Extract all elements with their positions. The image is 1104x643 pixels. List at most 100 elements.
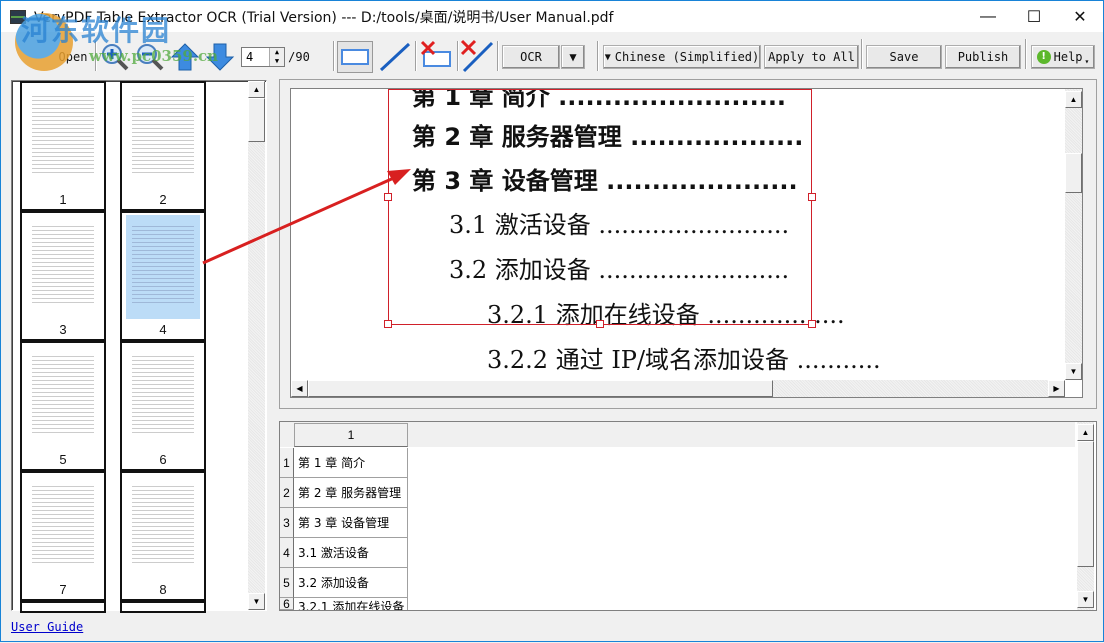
row-header[interactable]: 4 bbox=[280, 538, 294, 568]
thumbnail-number: 8 bbox=[159, 582, 167, 597]
thumbnail-number: 2 bbox=[159, 192, 167, 207]
row-header[interactable]: 5 bbox=[280, 568, 294, 598]
thumbnail-scrollbar[interactable]: ▲ ▼ bbox=[248, 81, 265, 610]
page-spinner[interactable]: ▲ ▼ bbox=[269, 48, 284, 66]
table-cell[interactable]: 3.2 添加设备 bbox=[294, 568, 408, 598]
page-thumbnail[interactable]: 3 bbox=[20, 211, 106, 341]
thumbnail-preview bbox=[32, 223, 94, 303]
table-cell[interactable]: 第 3 章 设备管理 bbox=[294, 508, 408, 538]
thumbnail-panel: 1 2 3 4 5 6 7 8 ▲ ▼ bbox=[11, 80, 267, 613]
watermark-url: www.pc0359.cn bbox=[89, 47, 219, 65]
scroll-thumb[interactable] bbox=[308, 380, 773, 397]
row-header[interactable]: 3 bbox=[280, 508, 294, 538]
line-icon bbox=[379, 42, 411, 72]
apply-to-all-label: Apply to All bbox=[768, 50, 855, 64]
page-thumbnail[interactable]: 2 bbox=[120, 81, 206, 211]
draw-line-button[interactable] bbox=[377, 41, 413, 73]
scroll-right-button[interactable]: ▶ bbox=[1048, 380, 1065, 397]
save-button[interactable]: Save bbox=[866, 45, 942, 69]
chevron-down-icon: ▾ bbox=[1084, 56, 1090, 66]
publish-label: Publish bbox=[957, 50, 1009, 64]
app-window: VeryPDF Table Extractor OCR (Trial Versi… bbox=[0, 0, 1104, 642]
resize-handle[interactable] bbox=[596, 320, 604, 328]
rectangle-icon bbox=[341, 49, 369, 65]
table-scrollbar[interactable]: ▲ ▼ bbox=[1077, 422, 1094, 610]
page-total: /90 bbox=[288, 50, 310, 64]
page-thumbnail[interactable]: 4 bbox=[120, 211, 206, 341]
page-thumbnail[interactable]: 6 bbox=[120, 341, 206, 471]
delete-line-icon bbox=[460, 39, 494, 73]
thumbnail-number: 3 bbox=[59, 322, 67, 337]
row-header[interactable]: 6 bbox=[280, 598, 294, 610]
table-cell[interactable]: 第 2 章 服务器管理 bbox=[294, 478, 408, 508]
user-guide-link[interactable]: User Guide bbox=[11, 620, 83, 634]
row-header[interactable]: 1 bbox=[280, 448, 294, 478]
scroll-thumb[interactable] bbox=[1077, 441, 1094, 567]
draw-rect-button[interactable] bbox=[337, 41, 373, 73]
toc-line: 3.2.2 通过 IP/域名添加设备 ........... bbox=[487, 346, 881, 374]
scroll-left-button[interactable]: ◀ bbox=[291, 380, 308, 397]
thumbnail-preview bbox=[32, 353, 94, 433]
thumbnail-preview bbox=[132, 483, 194, 563]
delete-line-button[interactable] bbox=[459, 39, 495, 73]
delete-rect-button[interactable] bbox=[419, 39, 455, 73]
scroll-thumb[interactable] bbox=[248, 98, 265, 142]
page-thumbnail[interactable]: 8 bbox=[120, 471, 206, 601]
resize-handle[interactable] bbox=[384, 193, 392, 201]
scroll-up-button[interactable]: ▲ bbox=[1077, 424, 1094, 441]
viewer-hscrollbar[interactable]: ◀ ▶ bbox=[291, 380, 1065, 397]
table-cell[interactable]: 3.2.1 添加在线设备 bbox=[294, 598, 408, 610]
page-thumbnail[interactable]: 1 bbox=[20, 81, 106, 211]
scroll-down-button[interactable]: ▼ bbox=[1065, 363, 1082, 380]
page-thumbnail[interactable] bbox=[120, 601, 206, 613]
table-cell[interactable]: 第 1 章 简介 bbox=[294, 448, 408, 478]
page-number-input[interactable]: 4 ▲ ▼ bbox=[241, 47, 285, 67]
thumbnail-number: 7 bbox=[59, 582, 67, 597]
watermark-text: 河东软件园 bbox=[21, 14, 172, 47]
minimize-button[interactable]: — bbox=[965, 1, 1011, 32]
language-label: Chinese (Simplified) bbox=[614, 50, 760, 64]
thumbnail-preview bbox=[32, 483, 94, 563]
scroll-down-button[interactable]: ▼ bbox=[1077, 591, 1094, 608]
page-thumbnail[interactable] bbox=[20, 601, 106, 613]
help-button[interactable]: ! Help ▾ bbox=[1031, 45, 1095, 69]
page-current: 4 bbox=[246, 50, 254, 64]
dropdown-arrow-icon: ▼ bbox=[569, 50, 577, 64]
help-label: Help bbox=[1053, 50, 1083, 64]
ocr-button[interactable]: OCR bbox=[502, 45, 560, 69]
page-viewer[interactable]: 第 1 章 简介 ......................... 第 2 章 … bbox=[290, 88, 1083, 398]
save-label: Save bbox=[889, 50, 919, 64]
scroll-up-button[interactable]: ▲ bbox=[248, 81, 265, 98]
selection-rectangle[interactable] bbox=[388, 89, 812, 325]
scroll-down-button[interactable]: ▼ bbox=[248, 593, 265, 610]
thumbnail-preview bbox=[132, 93, 194, 173]
ocr-dropdown-button[interactable]: ▼ bbox=[561, 45, 585, 69]
thumbnail-number: 4 bbox=[159, 322, 167, 337]
thumbnail-number: 5 bbox=[59, 452, 67, 467]
thumbnail-preview bbox=[132, 223, 194, 303]
ocr-label: OCR bbox=[520, 50, 542, 64]
resize-handle[interactable] bbox=[808, 193, 816, 201]
close-button[interactable]: ✕ bbox=[1057, 1, 1103, 32]
dropdown-arrow-icon: ▼ bbox=[604, 51, 611, 63]
thumbnail-number: 1 bbox=[59, 192, 67, 207]
resize-handle[interactable] bbox=[808, 320, 816, 328]
thumbnail-preview bbox=[32, 93, 94, 173]
row-header[interactable]: 2 bbox=[280, 478, 294, 508]
scroll-up-button[interactable]: ▲ bbox=[1065, 91, 1082, 108]
language-dropdown[interactable]: ▼ Chinese (Simplified) bbox=[603, 45, 761, 69]
delete-rectangle-icon bbox=[420, 40, 451, 67]
apply-to-all-button[interactable]: Apply to All bbox=[764, 45, 859, 69]
resize-handle[interactable] bbox=[384, 320, 392, 328]
publish-button[interactable]: Publish bbox=[945, 45, 1021, 69]
info-icon: ! bbox=[1036, 50, 1051, 64]
page-thumbnail[interactable]: 7 bbox=[20, 471, 106, 601]
scroll-thumb[interactable] bbox=[1065, 153, 1082, 193]
maximize-button[interactable]: ☐ bbox=[1011, 1, 1057, 32]
viewer-vscrollbar[interactable]: ▲ ▼ bbox=[1065, 89, 1082, 380]
column-header[interactable]: 1 bbox=[294, 423, 408, 447]
page-thumbnail[interactable]: 5 bbox=[20, 341, 106, 471]
table-cell[interactable]: 3.1 激活设备 bbox=[294, 538, 408, 568]
thumbnail-number: 6 bbox=[159, 452, 167, 467]
thumbnail-preview bbox=[132, 353, 194, 433]
